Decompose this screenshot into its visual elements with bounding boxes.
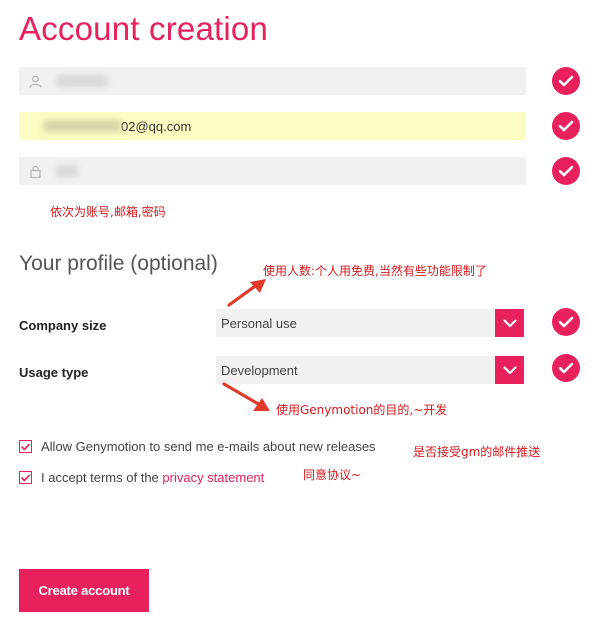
create-account-button[interactable]: Create account	[19, 569, 149, 612]
password-field[interactable]	[19, 157, 526, 185]
check-icon	[558, 75, 574, 87]
email-redacted	[43, 120, 121, 132]
newsletter-checkbox[interactable]	[19, 440, 32, 453]
privacy-statement-link[interactable]: privacy statement	[162, 470, 264, 485]
check-icon	[21, 443, 30, 450]
terms-label[interactable]: I accept terms of the	[41, 470, 162, 485]
chevron-down-icon[interactable]	[495, 309, 524, 337]
check-icon	[558, 362, 574, 374]
terms-annotation: 同意协议~	[303, 468, 362, 482]
newsletter-row: Allow Genymotion to send me e-mails abou…	[19, 439, 376, 454]
profile-title: Your profile (optional)	[19, 252, 218, 275]
fields-annotation: 依次为账号,邮箱,密码	[50, 205, 166, 219]
company-size-select[interactable]: Personal use	[216, 309, 524, 337]
username-redacted	[56, 75, 108, 87]
usage-type-label: Usage type	[19, 365, 89, 380]
newsletter-annotation: 是否接受gm的邮件推送	[413, 445, 541, 459]
usage-type-valid-check	[552, 354, 580, 382]
usage-annotation: 使用Genymotion的目的,~开发	[276, 403, 448, 417]
chevron-down-icon[interactable]	[495, 356, 524, 384]
company-size-value: Personal use	[221, 315, 297, 331]
username-valid-check	[552, 67, 580, 95]
usage-type-value: Development	[221, 362, 298, 378]
check-icon	[21, 474, 30, 481]
company-size-label: Company size	[19, 318, 107, 333]
terms-row: I accept terms of the privacy statement	[19, 470, 264, 485]
username-field[interactable]	[19, 67, 526, 95]
annotation-arrow-company	[227, 279, 266, 307]
page-title: Account creation	[19, 10, 269, 47]
lock-icon	[29, 165, 42, 178]
check-icon	[558, 316, 574, 328]
password-valid-check	[552, 157, 580, 185]
user-icon	[29, 75, 42, 88]
company-size-valid-check	[552, 308, 580, 336]
check-icon	[558, 120, 574, 132]
newsletter-label[interactable]: Allow Genymotion to send me e-mails abou…	[41, 439, 376, 454]
company-annotation: 使用人数:个人用免费,当然有些功能限制了	[263, 264, 487, 278]
email-field[interactable]: 02@qq.com	[19, 112, 526, 140]
password-redacted	[56, 165, 78, 177]
email-valid-check	[552, 112, 580, 140]
email-value: 02@qq.com	[121, 118, 192, 134]
annotation-arrow-usage	[222, 382, 270, 411]
terms-checkbox[interactable]	[19, 471, 32, 484]
check-icon	[558, 165, 574, 177]
